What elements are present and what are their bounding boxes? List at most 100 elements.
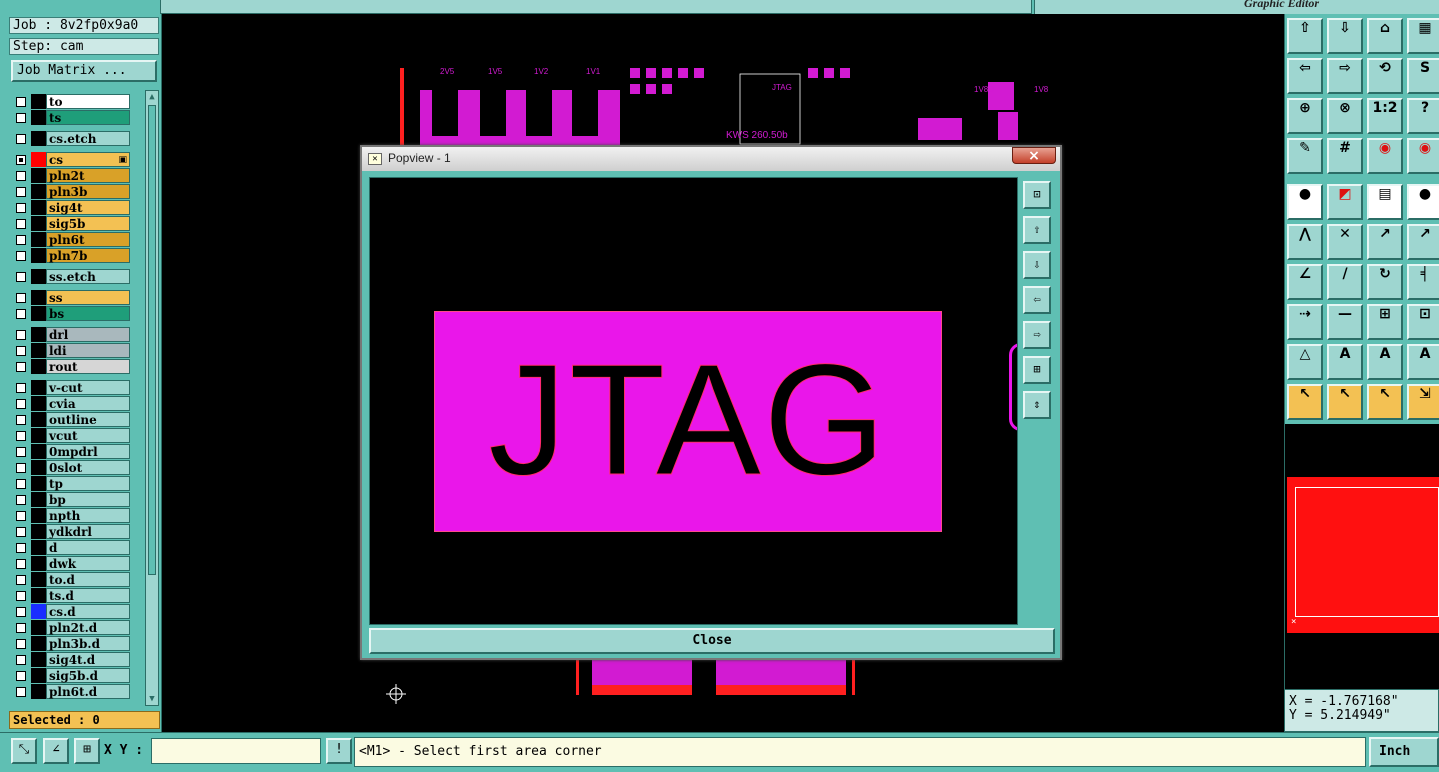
layer-checkbox[interactable] bbox=[16, 309, 26, 319]
layer-name[interactable]: bp bbox=[46, 492, 130, 507]
layer-name[interactable]: npth bbox=[46, 508, 130, 523]
layer-row-ts.d[interactable]: ts.d bbox=[10, 588, 134, 603]
layer-row-pln7b[interactable]: pln7b bbox=[10, 248, 134, 263]
select-box-tool-icon[interactable]: ↖ bbox=[1327, 384, 1363, 420]
zoom-fit-icon[interactable]: ⇕ bbox=[1023, 391, 1051, 419]
layer-name[interactable]: to.d bbox=[46, 572, 130, 587]
layer-checkbox[interactable] bbox=[16, 346, 26, 356]
scroll-up-icon[interactable]: ▲ bbox=[146, 91, 158, 103]
layer-name[interactable]: ss.etch bbox=[46, 269, 130, 284]
select-poly-tool-icon[interactable]: ↖ bbox=[1367, 384, 1403, 420]
pan-down-tool-icon[interactable]: ⇩ bbox=[1327, 18, 1363, 54]
pan-right-icon[interactable]: ⇨ bbox=[1023, 321, 1051, 349]
rotate-tool-icon[interactable]: ↻ bbox=[1367, 264, 1403, 300]
layer-row-sig5b.d[interactable]: sig5b.d bbox=[10, 668, 134, 683]
layer-checkbox[interactable] bbox=[16, 591, 26, 601]
zoom-fit-tool-icon[interactable]: ⊕ bbox=[1287, 98, 1323, 134]
layer-checkbox[interactable] bbox=[16, 155, 26, 165]
layer-name[interactable]: ts bbox=[46, 110, 130, 125]
net-tool-icon[interactable]: ◉ bbox=[1367, 138, 1403, 174]
layer-row-bs[interactable]: bs bbox=[10, 306, 134, 321]
layer-color-swatch[interactable] bbox=[31, 396, 46, 411]
layer-checkbox[interactable] bbox=[16, 671, 26, 681]
layer-checkbox[interactable] bbox=[16, 203, 26, 213]
layer-row-sig5b[interactable]: sig5b bbox=[10, 216, 134, 231]
layer-color-swatch[interactable] bbox=[31, 359, 46, 374]
layer-row-0slot[interactable]: 0slot bbox=[10, 460, 134, 475]
zoom-home-icon[interactable]: ⊞ bbox=[1023, 356, 1051, 384]
layer-color-swatch[interactable] bbox=[31, 444, 46, 459]
redraw-tool-icon[interactable]: ⟲ bbox=[1367, 58, 1403, 94]
layer-name[interactable]: rout bbox=[46, 359, 130, 374]
layer-checkbox[interactable] bbox=[16, 687, 26, 697]
layer-name[interactable]: sig5b.d bbox=[46, 668, 130, 683]
layer-checkbox[interactable] bbox=[16, 543, 26, 553]
layer-scrollbar[interactable]: ▲ ▼ bbox=[145, 90, 159, 706]
layer-color-swatch[interactable] bbox=[31, 110, 46, 125]
layer-name[interactable]: sig5b bbox=[46, 216, 130, 231]
layer-name[interactable]: ldi bbox=[46, 343, 130, 358]
layer-name[interactable]: pln2t bbox=[46, 168, 130, 183]
layer-checkbox[interactable] bbox=[16, 479, 26, 489]
layer-color-swatch[interactable] bbox=[31, 269, 46, 284]
layer-color-swatch[interactable] bbox=[31, 131, 46, 146]
snap-tool-icon[interactable]: S bbox=[1407, 58, 1439, 94]
layer-row-pln3b.d[interactable]: pln3b.d bbox=[10, 636, 134, 651]
layer-name[interactable]: bs bbox=[46, 306, 130, 321]
layer-row-pln3b[interactable]: pln3b bbox=[10, 184, 134, 199]
layer-checkbox[interactable] bbox=[16, 383, 26, 393]
layer-row-sig4t[interactable]: sig4t bbox=[10, 200, 134, 215]
layer-color-swatch[interactable] bbox=[31, 540, 46, 555]
layer-row-bp[interactable]: bp bbox=[10, 492, 134, 507]
job-matrix-button[interactable]: Job Matrix ... bbox=[11, 60, 157, 82]
layer-color-swatch[interactable] bbox=[31, 684, 46, 699]
slash-tool-icon[interactable]: / bbox=[1327, 264, 1363, 300]
layer-name[interactable]: outline bbox=[46, 412, 130, 427]
layer-name[interactable]: cs.d bbox=[46, 604, 130, 619]
layer-row-ldi[interactable]: ldi bbox=[10, 343, 134, 358]
layer-name[interactable]: 0mpdrl bbox=[46, 444, 130, 459]
layer-name[interactable]: v-cut bbox=[46, 380, 130, 395]
layer-checkbox[interactable] bbox=[16, 219, 26, 229]
zoom-in-tool-icon[interactable]: ⊗ bbox=[1327, 98, 1363, 134]
snap-center-icon[interactable]: ⊞ bbox=[74, 738, 100, 764]
layer-checkbox[interactable] bbox=[16, 575, 26, 585]
text-style-tool-icon[interactable]: A bbox=[1407, 344, 1439, 380]
angle-tool-icon[interactable]: ∠ bbox=[1287, 264, 1323, 300]
popview-titlebar[interactable]: ✕ Popview - 1 × bbox=[362, 147, 1060, 171]
layer-color-swatch[interactable] bbox=[31, 152, 46, 167]
layer-color-swatch[interactable] bbox=[31, 200, 46, 215]
layer-row-pln6t[interactable]: pln6t bbox=[10, 232, 134, 247]
layer-name[interactable]: pln3b bbox=[46, 184, 130, 199]
layer-color-swatch[interactable] bbox=[31, 412, 46, 427]
box-tool-icon[interactable]: ⊞ bbox=[1367, 304, 1403, 340]
pan-up-tool-icon[interactable]: ⇧ bbox=[1287, 18, 1323, 54]
dot-tool-icon[interactable]: ● bbox=[1407, 184, 1439, 220]
layer-color-swatch[interactable] bbox=[31, 306, 46, 321]
layer-checkbox[interactable] bbox=[16, 399, 26, 409]
layer-name[interactable]: sig4t.d bbox=[46, 652, 130, 667]
layer-row-to.d[interactable]: to.d bbox=[10, 572, 134, 587]
layer-color-swatch[interactable] bbox=[31, 556, 46, 571]
layer-color-swatch[interactable] bbox=[31, 604, 46, 619]
layer-row-dwk[interactable]: dwk bbox=[10, 556, 134, 571]
layer-color-swatch[interactable] bbox=[31, 428, 46, 443]
pan-left-icon[interactable]: ⇦ bbox=[1023, 286, 1051, 314]
layer-color-swatch[interactable] bbox=[31, 492, 46, 507]
cross-tool-icon[interactable]: ✕ bbox=[1327, 224, 1363, 260]
help-tool-icon[interactable]: ? bbox=[1407, 98, 1439, 134]
layer-checkbox[interactable] bbox=[16, 639, 26, 649]
layer-checkbox[interactable] bbox=[16, 251, 26, 261]
layer-color-swatch[interactable] bbox=[31, 652, 46, 667]
close-button[interactable]: Close bbox=[369, 628, 1055, 654]
ruler-tool-icon[interactable]: ▤ bbox=[1367, 184, 1403, 220]
scroll-down-icon[interactable]: ▼ bbox=[146, 693, 158, 705]
layer-color-swatch[interactable] bbox=[31, 380, 46, 395]
layer-color-swatch[interactable] bbox=[31, 290, 46, 305]
pan-left-tool-icon[interactable]: ⇦ bbox=[1287, 58, 1323, 94]
snap-angle-icon[interactable]: ∠ bbox=[43, 738, 69, 764]
select-tool-icon[interactable]: ↖ bbox=[1287, 384, 1323, 420]
layer-row-ss[interactable]: ss bbox=[10, 290, 134, 305]
snap-grid-icon[interactable]: ⤡ bbox=[11, 738, 37, 764]
select-net-tool-icon[interactable]: ⇲ bbox=[1407, 384, 1439, 420]
